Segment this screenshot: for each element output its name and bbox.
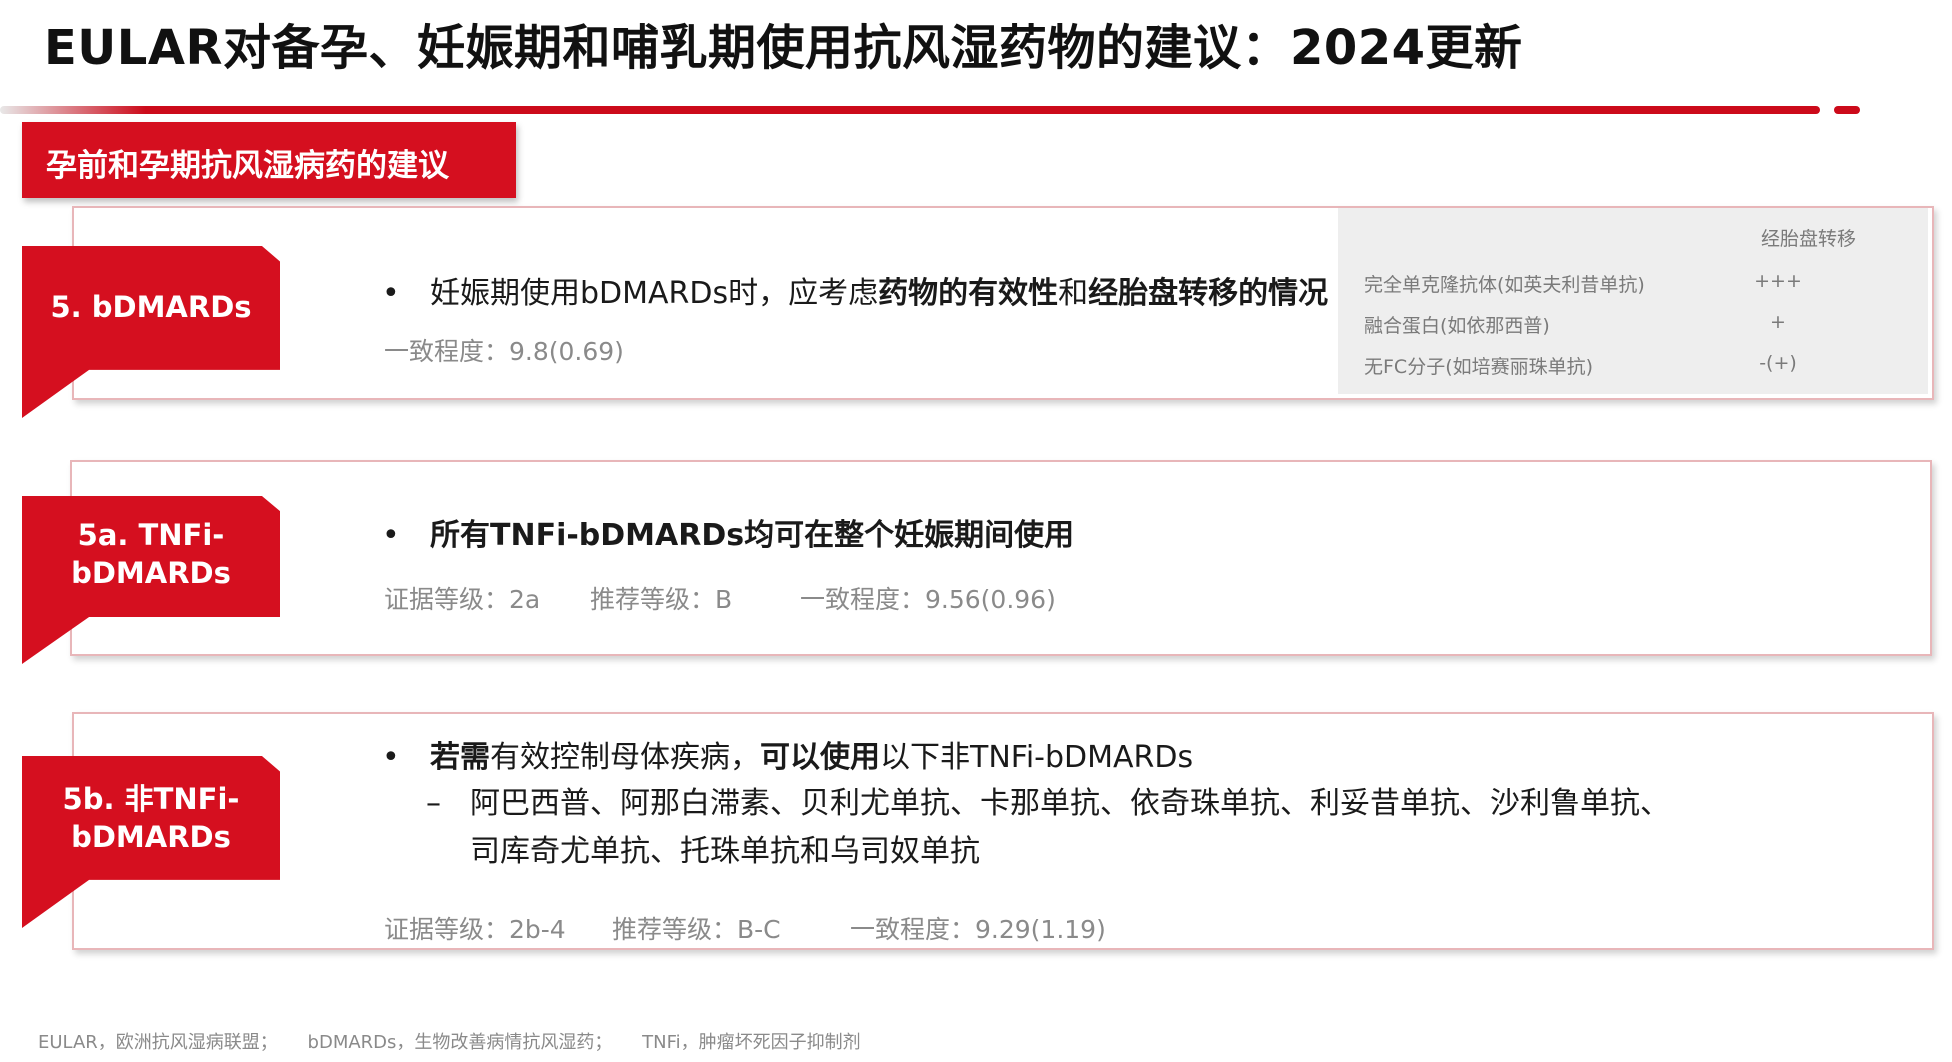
consensus-score: 一致程度：9.8(0.69) <box>384 337 624 366</box>
consensus-score: 一致程度：9.56(0.96) <box>800 585 1056 614</box>
page-title: EULAR对备孕、妊娠期和哺乳期使用抗风湿药物的建议：2024更新 <box>44 20 1523 76</box>
text-run: 和 <box>1058 276 1089 311</box>
bullet-symbol: • <box>382 740 400 775</box>
table-cell-name: 完全单克隆抗体(如英夫利昔单抗) <box>1364 274 1645 296</box>
evidence-level: 证据等级：2b-4 <box>384 915 566 944</box>
footnote-item: bDMARDs，生物改善病情抗风湿药； <box>307 1032 613 1053</box>
table-cell-value: -(+) <box>1759 352 1797 374</box>
table-cell-name: 融合蛋白(如依那西普) <box>1364 315 1550 337</box>
section-label: 孕前和孕期抗风湿病药的建议 <box>46 148 449 184</box>
text-run-bold: 药物的有效性 <box>878 276 1059 311</box>
tag-line: bDMARDs <box>71 556 231 590</box>
table-cell-value: + <box>1770 311 1786 333</box>
text-run: 有效控制母体疾病， <box>490 740 760 775</box>
title-divider-dot <box>1834 106 1860 114</box>
text-run: 妊娠期使用bDMARDs时，应考虑 <box>430 276 879 311</box>
drug-list-text: 司库奇尤单抗、托珠单抗和乌司奴单抗 <box>470 834 980 869</box>
recommendation-text: • 所有TNFi-bDMARDs均可在整个妊娠期间使用 <box>382 510 1074 554</box>
text-run-bold: 经胎盘转移的情况 <box>1088 276 1329 311</box>
tag-line: 5. bDMARDs <box>50 290 252 324</box>
drug-list-line: 司库奇尤单抗、托珠单抗和乌司奴单抗 <box>470 828 980 876</box>
footnote-item: TNFi，肿瘤坏死因子抑制剂 <box>642 1032 861 1053</box>
tag-line: 5b. 非TNFi- <box>62 782 240 816</box>
tag-line: bDMARDs <box>71 820 231 854</box>
recommendation-text: • 若需有效控制母体疾病，可以使用以下非TNFi-bDMARDs <box>382 732 1193 776</box>
tag-line: 5a. TNFi- <box>77 518 225 552</box>
bullet-symbol: • <box>382 518 400 553</box>
section-label-banner: 孕前和孕期抗风湿病药的建议 <box>22 122 516 198</box>
title-divider <box>0 106 1820 114</box>
table-cell-name: 无FC分子(如培赛丽珠单抗) <box>1364 356 1594 378</box>
footnote-item: EULAR，欧洲抗风湿病联盟； <box>38 1032 278 1053</box>
text-run: 以下非TNFi-bDMARDs <box>880 740 1194 775</box>
footnote: EULAR，欧洲抗风湿病联盟； bDMARDs，生物改善病情抗风湿药； TNFi… <box>38 1028 885 1054</box>
text-run-bold: 若需 <box>430 740 490 775</box>
table-header: 经胎盘转移 <box>1760 228 1856 250</box>
bullet-symbol: • <box>382 276 400 311</box>
text-run-bold: 可以使用 <box>760 740 880 775</box>
dash-symbol: – <box>426 786 441 821</box>
recommendation-card-5a <box>70 460 1932 656</box>
recommendation-grade: 推荐等级：B-C <box>612 915 781 944</box>
placental-transfer-table: 经胎盘转移 完全单克隆抗体(如英夫利昔单抗) +++ 融合蛋白(如依那西普) +… <box>1338 208 1928 394</box>
recommendation-grade: 推荐等级：B <box>590 585 733 614</box>
consensus-score: 一致程度：9.29(1.19) <box>850 915 1106 944</box>
drug-list-line: – 阿巴西普、阿那白滞素、贝利尤单抗、卡那单抗、依奇珠单抗、利妥昔单抗、沙利鲁单抗… <box>426 780 1670 828</box>
table-cell-value: +++ <box>1754 270 1802 292</box>
recommendation-text: • 妊娠期使用bDMARDs时，应考虑药物的有效性和经胎盘转移的情况 <box>382 268 1328 312</box>
drug-list-text: 阿巴西普、阿那白滞素、贝利尤单抗、卡那单抗、依奇珠单抗、利妥昔单抗、沙利鲁单抗、 <box>470 786 1670 821</box>
text-run-bold: 所有TNFi-bDMARDs均可在整个妊娠期间使用 <box>430 518 1075 553</box>
evidence-level: 证据等级：2a <box>384 585 541 614</box>
